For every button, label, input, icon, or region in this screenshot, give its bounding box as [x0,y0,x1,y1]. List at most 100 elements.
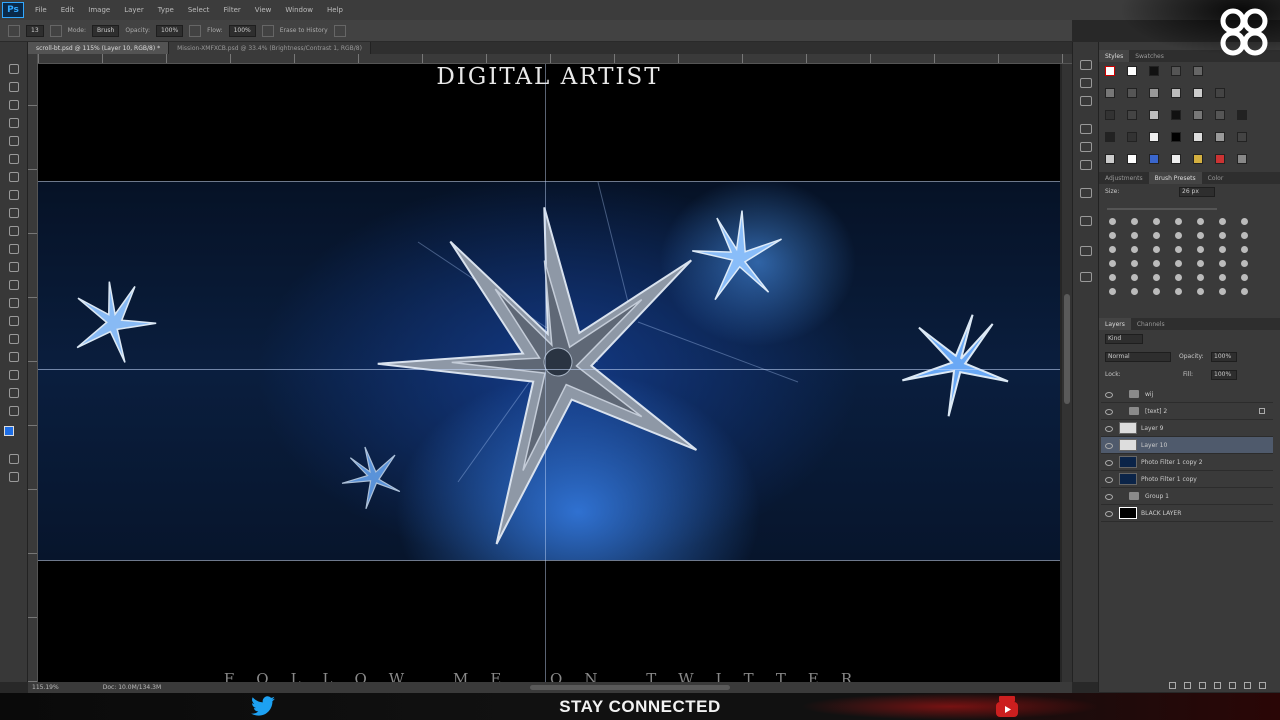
menu-file[interactable]: File [28,6,54,14]
brush-preset[interactable] [1241,260,1248,267]
doc-size[interactable]: Doc: 10.0M/134.3M [103,684,161,691]
zoom-level[interactable]: 115.19% [32,684,59,691]
brush-preset[interactable] [1153,288,1160,295]
style-swatch[interactable] [1171,154,1181,164]
brush-preset[interactable] [1219,288,1226,295]
layer-row-selected[interactable]: Layer 10 [1101,437,1273,454]
visibility-eye-icon[interactable] [1101,454,1115,471]
layer-row[interactable]: Photo Filter 1 copy 2 [1101,454,1273,471]
healing-tool-icon[interactable] [7,170,19,182]
brush-preset[interactable] [1241,246,1248,253]
brush-size-field[interactable]: 26 px [1179,187,1215,197]
type-tool-icon[interactable] [7,332,19,344]
foreground-color-swatch[interactable] [4,426,14,436]
style-swatch[interactable] [1215,110,1225,120]
brush-preset[interactable] [1219,218,1226,225]
layer-row[interactable]: BLACK LAYER [1101,505,1273,522]
brush-preset[interactable] [1109,246,1116,253]
visibility-eye-icon[interactable] [1101,471,1115,488]
brush-preset[interactable] [1241,218,1248,225]
brush-panel-icon[interactable] [1080,124,1092,134]
clone-stamp-tool-icon[interactable] [7,206,19,218]
brush-preset[interactable] [1175,232,1182,239]
brush-panel-icon[interactable] [49,24,62,37]
eraser-tool-icon[interactable] [7,242,19,254]
dodge-tool-icon[interactable] [7,296,19,308]
hand-tool-icon[interactable] [7,386,19,398]
visibility-eye-icon[interactable] [1101,437,1115,454]
style-swatch[interactable] [1149,110,1159,120]
style-swatch[interactable] [1105,132,1115,142]
canvas-area[interactable]: DIGITAL ARTIST FOLLOW ME ON TWITTER [38,64,1062,682]
brush-preset[interactable] [1131,232,1138,239]
visibility-eye-icon[interactable] [1101,488,1115,505]
brush-preset[interactable] [1197,260,1204,267]
style-swatch[interactable] [1193,66,1203,76]
vertical-scrollbar[interactable] [1062,64,1072,682]
menu-layer[interactable]: Layer [117,6,151,14]
tab-scroll-bt[interactable]: scroll-bt.psd @ 115% (Layer 10, RGB/8) * [28,42,170,54]
lasso-tool-icon[interactable] [7,98,19,110]
layer-opacity-field[interactable]: 100% [1211,352,1237,362]
tab-channels[interactable]: Channels [1131,318,1171,330]
layer-name[interactable]: Group 1 [1145,493,1169,500]
tab-layers[interactable]: Layers [1099,318,1131,330]
style-swatch[interactable] [1127,66,1137,76]
guide-horizontal-bottom[interactable] [38,560,1060,561]
style-swatch[interactable] [1171,110,1181,120]
shape-tool-icon[interactable] [7,368,19,380]
mask-icon[interactable] [1199,682,1206,689]
new-layer-icon[interactable] [1244,682,1251,689]
style-swatch[interactable] [1105,110,1115,120]
style-swatch[interactable] [1105,88,1115,98]
tab-mission[interactable]: Mission-XMFXCB.psd @ 33.4% (Brightness/C… [169,42,371,54]
vertical-scroll-thumb[interactable] [1064,294,1070,404]
style-swatch[interactable] [1149,66,1159,76]
style-swatch[interactable] [1237,110,1247,120]
menu-filter[interactable]: Filter [216,6,247,14]
style-swatch[interactable] [1193,154,1203,164]
brush-preset[interactable] [1109,218,1116,225]
eyedropper-tool-icon[interactable] [7,152,19,164]
quick-select-tool-icon[interactable] [7,116,19,128]
style-swatch[interactable] [1105,66,1115,76]
style-swatch[interactable] [1171,88,1181,98]
horizontal-scroll-thumb[interactable] [530,685,730,690]
brush-preset[interactable] [1175,288,1182,295]
path-select-tool-icon[interactable] [7,350,19,362]
style-swatch[interactable] [1171,132,1181,142]
horizontal-ruler[interactable] [38,54,1072,64]
clone-source-icon[interactable] [1080,142,1092,152]
brush-preset[interactable] [1197,246,1204,253]
youtube-icon[interactable] [995,695,1019,719]
mode-select[interactable]: Brush [92,24,120,37]
new-group-icon[interactable] [1229,682,1236,689]
layer-name[interactable]: Layer 9 [1141,425,1163,432]
brush-preset[interactable] [1109,260,1116,267]
brush-preset[interactable] [1197,274,1204,281]
layer-name[interactable]: [text] 2 [1145,408,1167,415]
layer-style-icon[interactable] [1184,682,1191,689]
visibility-eye-icon[interactable] [1101,403,1115,420]
brush-tool-icon[interactable] [7,188,19,200]
history-panel-icon[interactable] [1080,60,1092,70]
layer-row[interactable]: wij [1101,386,1273,403]
flow-field[interactable]: 100% [228,24,256,37]
blur-tool-icon[interactable] [7,278,19,290]
brush-preset[interactable] [1197,218,1204,225]
brush-preset[interactable] [1197,288,1204,295]
style-swatch[interactable] [1237,154,1247,164]
brush-preset[interactable] [1175,218,1182,225]
brush-preset[interactable] [1219,232,1226,239]
style-swatch[interactable] [1171,66,1181,76]
visibility-eye-icon[interactable] [1101,420,1115,437]
brush-preset[interactable] [1109,232,1116,239]
layer-name[interactable]: Photo Filter 1 copy [1141,476,1197,483]
document-canvas[interactable]: DIGITAL ARTIST FOLLOW ME ON TWITTER [38,64,1060,682]
brush-preset[interactable] [1153,218,1160,225]
screen-mode-icon[interactable] [7,470,19,482]
zoom-tool-icon[interactable] [7,404,19,416]
brush-preset[interactable] [1219,246,1226,253]
menu-select[interactable]: Select [181,6,217,14]
layer-row[interactable]: Layer 9 [1101,420,1273,437]
